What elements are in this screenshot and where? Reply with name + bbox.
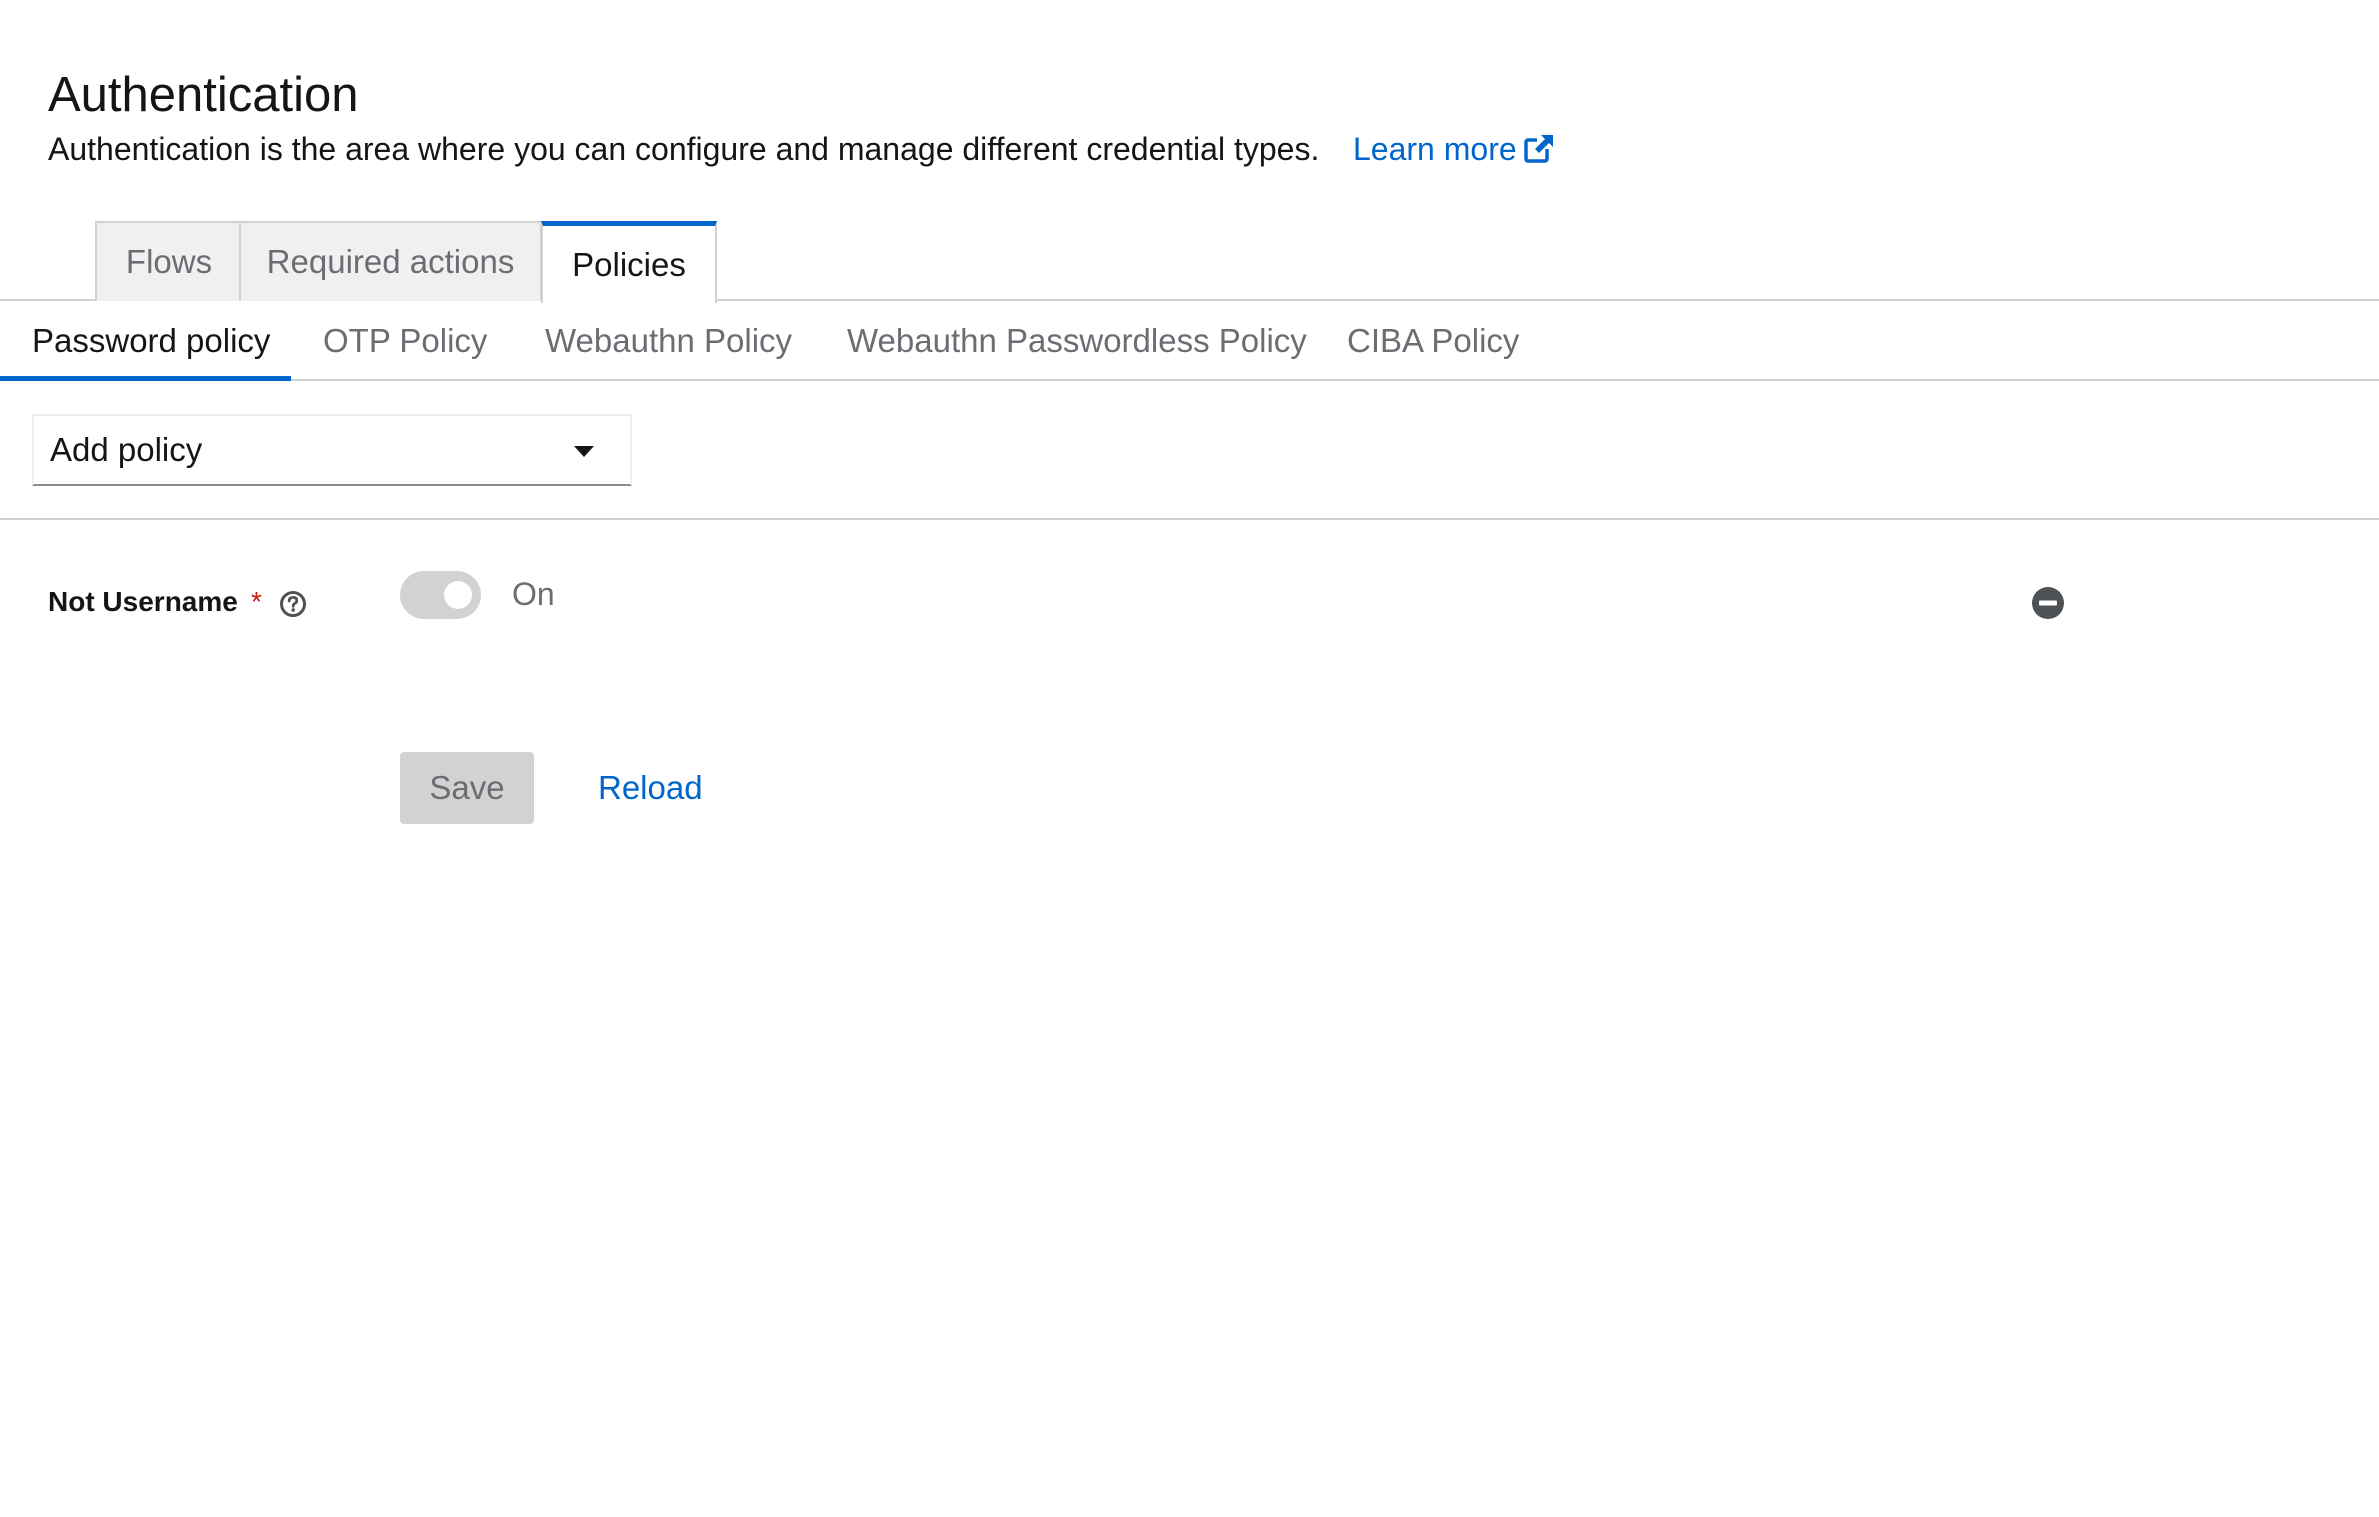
required-indicator: *: [251, 586, 262, 617]
tab-webauthn-passwordless-policy[interactable]: Webauthn Passwordless Policy: [847, 301, 1307, 381]
page-description: Authentication is the area where you can…: [48, 131, 1320, 167]
reload-button[interactable]: Reload: [576, 752, 725, 824]
toggle-knob: [444, 581, 472, 609]
learn-more-label: Learn more: [1353, 131, 1517, 167]
tab-required-actions[interactable]: Required actions: [239, 221, 542, 301]
main-tabs: Flows Required actions Policies: [0, 221, 2379, 303]
tab-otp-policy[interactable]: OTP Policy: [323, 301, 487, 381]
add-policy-label: Add policy: [50, 431, 203, 468]
tab-password-policy[interactable]: Password policy: [0, 301, 291, 381]
policy-tabs: Password policy OTP Policy Webauthn Poli…: [0, 301, 2379, 381]
authentication-page: Authentication Authentication is the are…: [0, 0, 2379, 1517]
tab-policies[interactable]: Policies: [541, 221, 717, 303]
external-link-icon: [1523, 132, 1555, 176]
question-circle-icon[interactable]: [279, 590, 307, 623]
add-policy-select[interactable]: Add policy: [32, 414, 632, 486]
not-username-label: Not Username: [48, 586, 238, 617]
caret-down-icon: [574, 446, 594, 457]
toggle-state-label: On: [512, 576, 555, 612]
tab-webauthn-policy[interactable]: Webauthn Policy: [545, 301, 792, 381]
tab-flows[interactable]: Flows: [95, 221, 241, 301]
page-title: Authentication: [48, 68, 359, 122]
save-button[interactable]: Save: [400, 752, 534, 824]
section-divider: [0, 518, 2379, 520]
learn-more-link[interactable]: Learn more: [1353, 127, 1555, 176]
minus-circle-icon[interactable]: [2032, 587, 2064, 624]
not-username-toggle[interactable]: [400, 571, 481, 619]
tab-ciba-policy[interactable]: CIBA Policy: [1347, 301, 1519, 381]
